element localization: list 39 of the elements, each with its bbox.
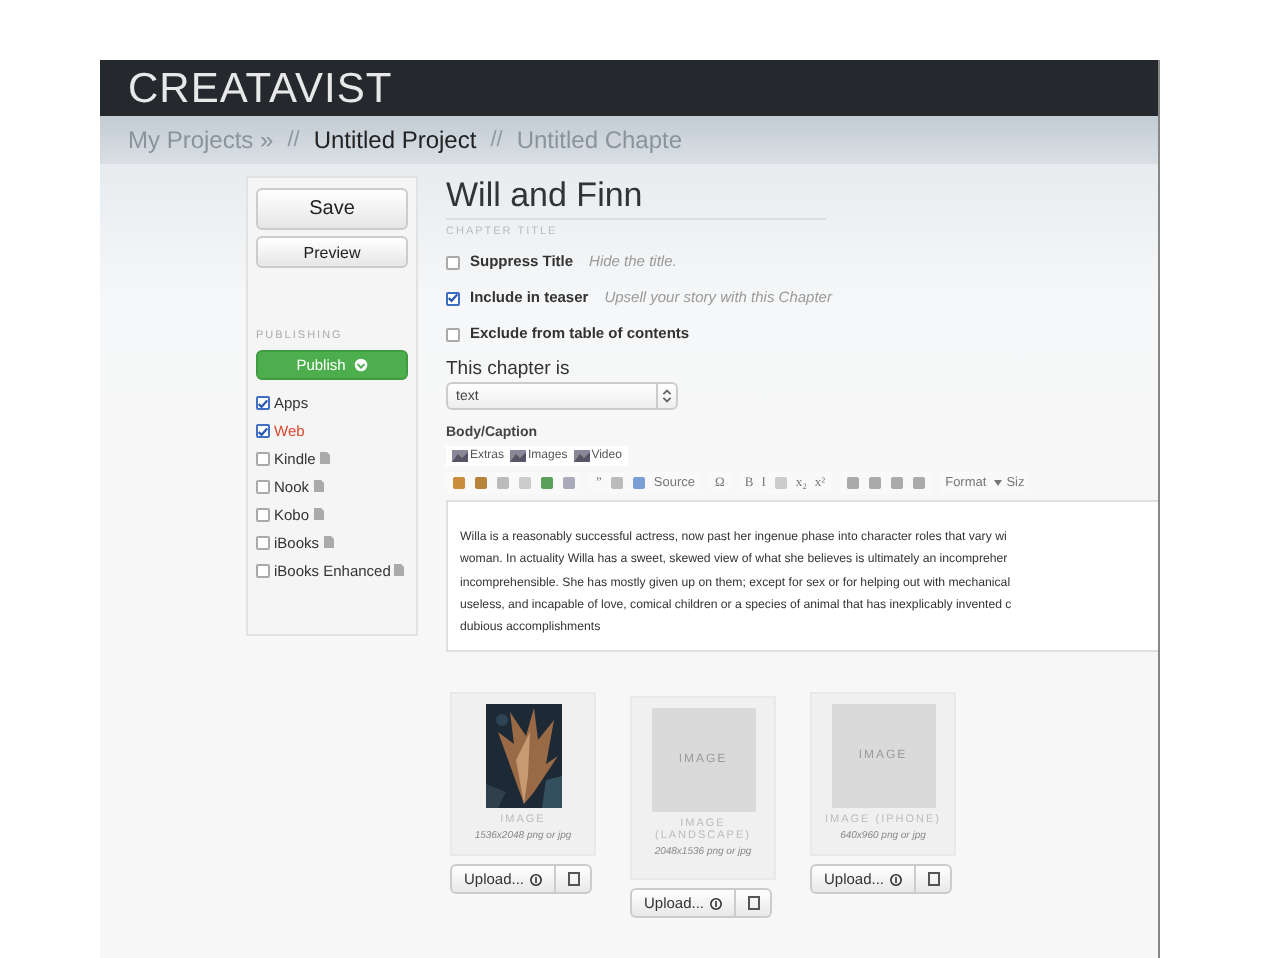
info-icon <box>530 873 543 885</box>
breadcrumb-separator: // <box>287 128 300 152</box>
square-icon <box>567 872 580 886</box>
document-icon <box>323 536 334 548</box>
document-icon <box>319 452 330 464</box>
checkbox[interactable] <box>446 327 460 341</box>
checkbox[interactable] <box>256 480 270 494</box>
checkbox[interactable] <box>256 508 270 522</box>
logo: CREATAVIST <box>128 67 393 109</box>
checkbox[interactable] <box>446 255 460 269</box>
image-icon <box>452 450 468 462</box>
square-icon <box>747 896 760 910</box>
delete-button[interactable] <box>916 864 953 894</box>
field-label: This chapter is <box>446 358 570 380</box>
image-icon <box>510 450 527 462</box>
caret-icon <box>994 480 1003 486</box>
checkbox[interactable] <box>256 452 270 466</box>
checkbox[interactable] <box>256 536 270 550</box>
chapter-title: Will and Finn <box>446 176 826 220</box>
square-icon <box>927 872 940 886</box>
toolbar-icon[interactable] <box>773 476 788 490</box>
breadcrumb-separator: // <box>490 128 503 152</box>
info-icon <box>710 897 723 909</box>
document-icon <box>394 564 405 576</box>
checkbox[interactable] <box>446 291 460 305</box>
info-icon <box>890 873 903 885</box>
document-icon <box>313 480 324 492</box>
breadcrumb-link[interactable]: Untitled Project <box>313 126 477 154</box>
checkbox[interactable] <box>256 424 270 438</box>
delete-button[interactable] <box>736 888 773 918</box>
delete-button[interactable] <box>556 864 593 894</box>
checkbox[interactable] <box>256 564 270 578</box>
image-icon <box>573 450 590 462</box>
stepper-arrows-icon <box>656 384 676 408</box>
checkbox[interactable] <box>256 396 270 410</box>
preview-button[interactable]: Preview <box>256 236 408 268</box>
save-button[interactable]: Save <box>256 188 408 230</box>
text-editor[interactable] <box>446 500 1158 652</box>
document-icon <box>313 508 324 520</box>
